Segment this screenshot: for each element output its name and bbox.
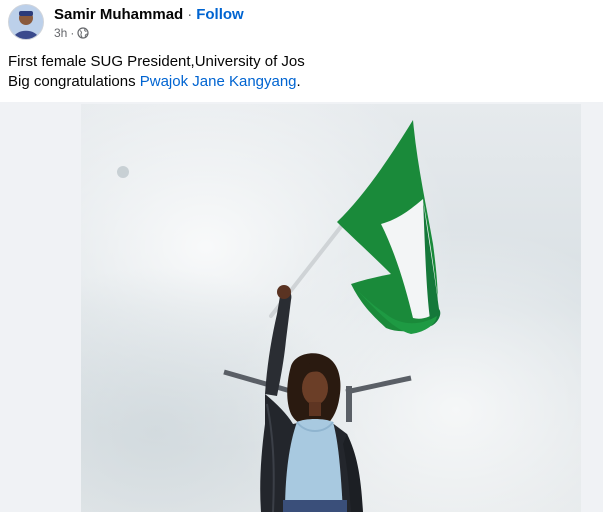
post-text-line-2: Big congratulations Pwajok Jane Kangyang…	[8, 72, 305, 92]
avatar-image	[9, 5, 43, 39]
meta-dot: ·	[70, 26, 75, 40]
follow-button[interactable]: Follow	[196, 6, 244, 23]
post-photo[interactable]	[81, 104, 581, 512]
post-text-line-1: First female SUG President,University of…	[8, 53, 305, 70]
post-header: Samir Muhammad · Follow 3h ·	[0, 0, 603, 46]
photo-woman-with-flag	[81, 104, 581, 512]
post-timestamp[interactable]: 3h	[54, 26, 67, 40]
separator-dot: ·	[187, 6, 193, 23]
post-body: First female SUG President,University of…	[8, 52, 305, 92]
facebook-post: Samir Muhammad · Follow 3h · First female …	[0, 0, 603, 512]
post-media-frame	[0, 102, 603, 512]
author-avatar[interactable]	[8, 4, 44, 40]
author-line: Samir Muhammad · Follow	[54, 6, 244, 24]
author-name[interactable]: Samir Muhammad	[54, 6, 183, 23]
post-text-prefix: Big congratulations	[8, 73, 140, 90]
post-meta: 3h ·	[54, 26, 89, 40]
mention-link[interactable]: Pwajok Jane Kangyang	[140, 73, 297, 90]
post-text-suffix: .	[296, 73, 301, 90]
globe-icon[interactable]	[77, 27, 89, 39]
